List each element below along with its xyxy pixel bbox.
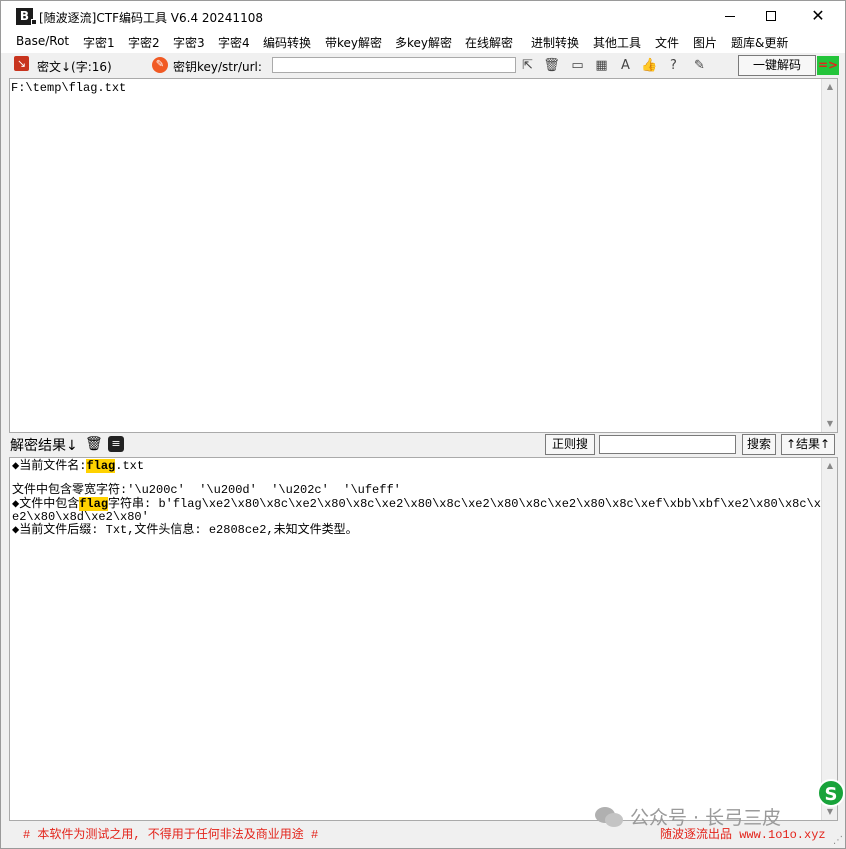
scroll-up-icon[interactable]: ▲: [822, 79, 838, 95]
key-input[interactable]: [272, 57, 516, 73]
title-bar: B [随波逐流]CTF编码工具 V6.4 20241108 ✕: [1, 1, 845, 31]
close-icon: ✕: [811, 6, 825, 25]
app-logo-icon: B: [16, 8, 37, 25]
scroll-down-icon[interactable]: ▼: [822, 416, 838, 432]
result-title: 解密结果↓: [10, 438, 78, 454]
copy-result-icon[interactable]: ≡: [108, 436, 124, 452]
cipher-textarea[interactable]: F:\temp\flag.txt ▲ ▼: [9, 78, 838, 433]
help-icon[interactable]: ?: [665, 57, 682, 74]
flag-highlight: flag: [79, 497, 109, 511]
cipher-text: F:\temp\flag.txt: [11, 81, 127, 95]
scroll-up-icon[interactable]: ▲: [822, 458, 838, 474]
minimize-button[interactable]: [707, 1, 753, 31]
maximize-button[interactable]: [748, 1, 794, 31]
menu-zimi1[interactable]: 字密1: [83, 34, 115, 51]
result-line-flag-string: ◆文件中包含flag字符串: b'flag\xe2\x80\x8c\xe2\x8…: [12, 497, 821, 511]
search-button[interactable]: 搜索: [742, 434, 776, 455]
calculator-icon[interactable]: ▦: [593, 57, 610, 74]
watermark-text: 公众号 · 长弓三皮: [630, 807, 782, 829]
edit-icon[interactable]: ✎: [691, 57, 708, 74]
menu-base-convert[interactable]: 进制转换: [531, 34, 579, 51]
menu-online-decrypt[interactable]: 在线解密: [465, 34, 513, 51]
menu-zimi2[interactable]: 字密2: [128, 34, 160, 51]
one-click-decode-button[interactable]: 一键解码: [738, 55, 816, 76]
menu-bar: Base/Rot 字密1 字密2 字密3 字密4 编码转换 带key解密 多ke…: [1, 31, 845, 53]
menu-encoding-convert[interactable]: 编码转换: [263, 34, 311, 51]
wechat-watermark-icon: [595, 807, 623, 827]
search-input[interactable]: [599, 435, 736, 454]
result-scrollbar[interactable]: ▲ ▼: [821, 458, 837, 820]
result-up-button[interactable]: ↑结果↑: [781, 434, 835, 455]
app-window: B [随波逐流]CTF编码工具 V6.4 20241108 ✕ Base/Rot…: [0, 0, 846, 849]
result-line-suffix-info: ◆当前文件后缀: Txt,文件头信息: e2808ce2,未知文件类型。: [12, 523, 358, 537]
menu-other-tools[interactable]: 其他工具: [593, 34, 641, 51]
pointer-icon[interactable]: ⇱: [519, 57, 536, 74]
result-line-flag-string-cont: e2\x80\x8d\xe2\x80': [12, 510, 149, 524]
disclaimer-text: # 本软件为测试之用, 不得用于任何非法及商业用途 #: [23, 828, 319, 842]
go-arrow-button[interactable]: =>: [817, 56, 839, 75]
result-textarea[interactable]: ◆当前文件名:flag.txt 文件中包含零宽字符:'\u200c' '\u20…: [9, 457, 838, 821]
cipher-import-icon[interactable]: ↘: [14, 56, 29, 71]
font-icon[interactable]: A: [617, 57, 634, 74]
key-eraser-icon[interactable]: ✎: [152, 57, 168, 73]
minimize-icon: [725, 15, 735, 17]
result-bar: 解密结果↓ 🗑 ≡ 正则搜 搜索 ↑结果↑: [9, 434, 838, 456]
result-line-zero-width: 文件中包含零宽字符:'\u200c' '\u200d' '\u202c' '\u…: [12, 483, 401, 497]
key-label: 密钥key/str/url:: [173, 60, 262, 74]
trash-icon[interactable]: 🗑: [543, 57, 560, 74]
thumbs-up-icon[interactable]: 👍: [641, 57, 658, 74]
menu-key-decrypt[interactable]: 带key解密: [325, 34, 382, 51]
flag-highlight: flag: [86, 459, 116, 473]
menu-zimi4[interactable]: 字密4: [218, 34, 250, 51]
sogou-ime-icon[interactable]: S: [817, 779, 845, 807]
menu-multikey-decrypt[interactable]: 多key解密: [395, 34, 452, 51]
toolbar: ↘ 密文↓(字:16) ✎ 密钥key/str/url: ⇱ 🗑 ▭ ▦ A 👍…: [1, 53, 845, 77]
cipher-label: 密文↓(字:16): [37, 60, 112, 74]
resize-grip-icon[interactable]: ⋰: [833, 835, 843, 846]
terminal-icon[interactable]: ▭: [569, 57, 586, 74]
menu-bank-update[interactable]: 题库&更新: [731, 34, 788, 51]
menu-base-rot[interactable]: Base/Rot: [16, 34, 69, 48]
menu-file[interactable]: 文件: [655, 34, 679, 51]
menu-image[interactable]: 图片: [693, 34, 717, 51]
close-button[interactable]: ✕: [795, 1, 841, 31]
maximize-icon: [766, 11, 776, 21]
window-title: [随波逐流]CTF编码工具 V6.4 20241108: [39, 11, 263, 25]
clear-result-trash-icon[interactable]: 🗑: [85, 436, 103, 452]
menu-zimi3[interactable]: 字密3: [173, 34, 205, 51]
result-line-filename: ◆当前文件名:flag.txt: [12, 459, 145, 473]
regex-search-button[interactable]: 正则搜: [545, 434, 595, 455]
cipher-scrollbar[interactable]: ▲ ▼: [821, 79, 837, 432]
